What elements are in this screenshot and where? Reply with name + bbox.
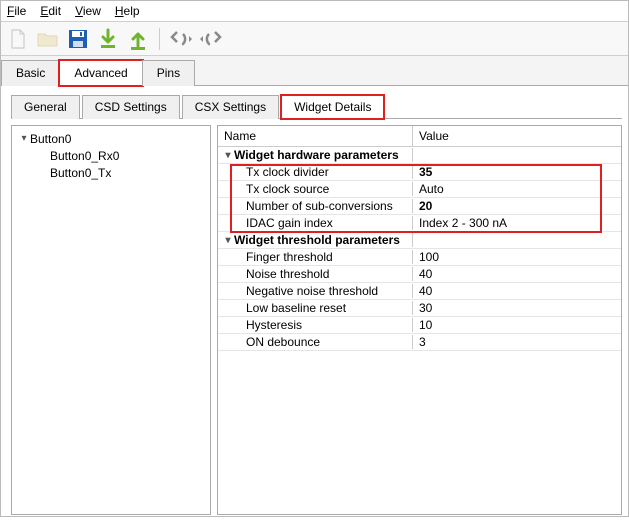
tab-general[interactable]: General [11, 95, 80, 119]
prop-finger-threshold[interactable]: Finger threshold100 [218, 249, 621, 266]
prop-low-baseline-reset[interactable]: Low baseline reset30 [218, 300, 621, 317]
prop-tx-clock-divider[interactable]: Tx clock divider35 [218, 164, 621, 181]
tree-item-rx0[interactable]: Button0_Rx0 [14, 147, 208, 164]
prop-idac-gain[interactable]: IDAC gain indexIndex 2 - 300 nA [218, 215, 621, 232]
redo-icon[interactable] [199, 27, 223, 51]
tab-basic[interactable]: Basic [1, 60, 60, 86]
open-icon[interactable] [36, 27, 60, 51]
import-icon[interactable] [96, 27, 120, 51]
menu-file[interactable]: File [7, 4, 26, 18]
prop-on-debounce[interactable]: ON debounce3 [218, 334, 621, 351]
undo-icon[interactable] [169, 27, 193, 51]
property-grid: Name Value ▾Widget hardware parameters T… [217, 125, 622, 515]
prop-tx-clock-source[interactable]: Tx clock sourceAuto [218, 181, 621, 198]
tree-item-tx[interactable]: Button0_Tx [14, 164, 208, 181]
collapse-icon[interactable]: ▾ [222, 235, 234, 246]
tree-label: Button0_Tx [50, 166, 111, 180]
widget-tree[interactable]: ▾ Button0 Button0_Rx0 Button0_Tx [11, 125, 211, 515]
tree-item-button0[interactable]: ▾ Button0 [14, 130, 208, 147]
prop-neg-noise-threshold[interactable]: Negative noise threshold40 [218, 283, 621, 300]
group-hardware[interactable]: ▾Widget hardware parameters [218, 147, 621, 164]
menubar: File Edit View Help [1, 1, 628, 22]
new-icon[interactable] [6, 27, 30, 51]
collapse-icon[interactable]: ▾ [18, 133, 30, 144]
separator [159, 28, 160, 50]
col-value[interactable]: Value [413, 126, 621, 146]
tab-csx-settings[interactable]: CSX Settings [182, 95, 279, 119]
group-threshold[interactable]: ▾Widget threshold parameters [218, 232, 621, 249]
prop-noise-threshold[interactable]: Noise threshold40 [218, 266, 621, 283]
export-icon[interactable] [126, 27, 150, 51]
tab-csd-settings[interactable]: CSD Settings [82, 95, 180, 119]
menu-edit[interactable]: Edit [40, 4, 61, 18]
sub-tabs: General CSD Settings CSX Settings Widget… [11, 94, 622, 119]
tab-advanced[interactable]: Advanced [59, 60, 142, 86]
main-tabs: Basic Advanced Pins [1, 56, 628, 86]
tree-label: Button0 [30, 132, 71, 146]
tree-label: Button0_Rx0 [50, 149, 119, 163]
col-name[interactable]: Name [218, 126, 413, 146]
tab-pins[interactable]: Pins [142, 60, 195, 86]
collapse-icon[interactable]: ▾ [222, 150, 234, 161]
menu-view[interactable]: View [75, 4, 101, 18]
toolbar [1, 22, 628, 56]
tab-widget-details[interactable]: Widget Details [281, 95, 384, 119]
prop-hysteresis[interactable]: Hysteresis10 [218, 317, 621, 334]
menu-help[interactable]: Help [115, 4, 140, 18]
save-icon[interactable] [66, 27, 90, 51]
prop-sub-conversions[interactable]: Number of sub-conversions20 [218, 198, 621, 215]
property-header: Name Value [218, 126, 621, 147]
